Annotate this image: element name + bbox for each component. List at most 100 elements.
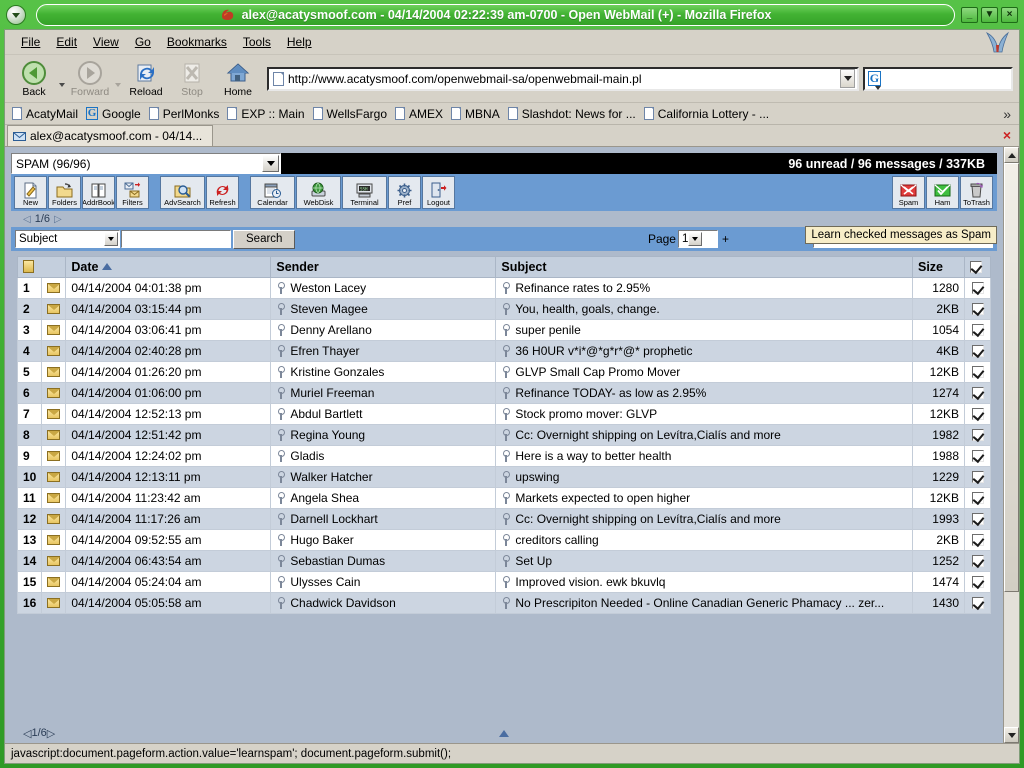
row-subject[interactable]: Cc: Overnight shipping on Levítra,Cialís… [495, 424, 913, 446]
pager-next-icon[interactable]: ▷ [47, 727, 55, 740]
row-checkbox-cell[interactable] [964, 466, 991, 488]
forward-button[interactable]: Forward [67, 57, 113, 101]
row-checkbox-cell[interactable] [964, 571, 991, 593]
row-checkbox-cell[interactable] [964, 319, 991, 341]
column-header-select-all[interactable] [964, 256, 991, 278]
row-status-icon[interactable] [41, 592, 67, 614]
new-message-button[interactable]: New [14, 176, 47, 209]
column-header-size[interactable]: Size [912, 256, 965, 278]
row-sender[interactable]: Steven Magee [270, 298, 497, 320]
scrollbar-track[interactable] [1004, 163, 1019, 727]
back-button[interactable]: Back [11, 57, 57, 101]
back-history-dropdown[interactable] [57, 57, 67, 101]
row-checkbox[interactable] [971, 324, 984, 336]
reload-button[interactable]: Reload [123, 57, 169, 101]
menu-go[interactable]: Go [127, 32, 159, 52]
row-checkbox-cell[interactable] [964, 424, 991, 446]
address-book-button[interactable]: AddrBook [82, 176, 115, 209]
bookmark-exp-main[interactable]: EXP :: Main [224, 106, 309, 122]
row-status-icon[interactable] [41, 466, 67, 488]
row-checkbox[interactable] [971, 534, 984, 546]
row-checkbox[interactable] [971, 576, 984, 588]
table-row[interactable]: 10 04/14/2004 12:13:11 pm Walker Hatcher up… [16, 466, 991, 488]
table-row[interactable]: 16 04/14/2004 05:05:58 am Chadwick Davidso… [16, 592, 991, 614]
column-header-date[interactable]: Date [65, 256, 272, 278]
terminal-button[interactable]: SSH Terminal [342, 176, 387, 209]
row-status-icon[interactable] [41, 445, 67, 467]
row-checkbox-cell[interactable] [964, 508, 991, 530]
row-checkbox[interactable] [971, 408, 984, 420]
table-row[interactable]: 7 04/14/2004 12:52:13 pm Abdul Bartlett Sto… [16, 403, 991, 425]
preferences-button[interactable]: Pref [388, 176, 421, 209]
chevron-down-icon[interactable] [104, 232, 118, 246]
select-all-checkbox[interactable] [970, 261, 982, 273]
row-subject[interactable]: 36 H0UR v*i*@*g*r*@* prophetic [495, 340, 913, 362]
table-row[interactable]: 9 04/14/2004 12:24:02 pm Gladis Here is a w… [16, 445, 991, 467]
to-trash-button[interactable]: ToTrash [960, 176, 993, 209]
table-row[interactable]: 5 04/14/2004 01:26:20 pm Kristine Gonzales… [16, 361, 991, 383]
menu-tools[interactable]: Tools [235, 32, 279, 52]
logout-button[interactable]: Logout [422, 176, 455, 209]
row-checkbox[interactable] [971, 303, 984, 315]
row-sender[interactable]: Weston Lacey [270, 277, 497, 299]
scrollbar-thumb[interactable] [1004, 163, 1019, 592]
bookmark-slashdot[interactable]: Slashdot: News for ... [505, 106, 641, 122]
row-subject[interactable]: Here is a way to better health [495, 445, 913, 467]
row-status-icon[interactable] [41, 424, 67, 446]
ham-button[interactable]: Ham [926, 176, 959, 209]
row-status-icon[interactable] [41, 508, 67, 530]
row-checkbox[interactable] [971, 429, 984, 441]
bookmark-california-lottery[interactable]: California Lottery - ... [641, 106, 774, 122]
row-checkbox-cell[interactable] [964, 298, 991, 320]
row-sender[interactable]: Angela Shea [270, 487, 497, 509]
row-checkbox-cell[interactable] [964, 487, 991, 509]
search-field-select[interactable]: Subject [15, 230, 120, 248]
row-sender[interactable]: Kristine Gonzales [270, 361, 497, 383]
row-subject[interactable]: Refinance TODAY- as low as 2.95% [495, 382, 913, 404]
row-subject[interactable]: creditors calling [495, 529, 913, 551]
row-checkbox[interactable] [971, 471, 984, 483]
row-subject[interactable]: upswing [495, 466, 913, 488]
pager-next-icon[interactable]: ▷ [54, 214, 62, 225]
row-status-icon[interactable] [41, 571, 67, 593]
scrollbar-down-button[interactable] [1004, 727, 1019, 743]
column-header-sender[interactable]: Sender [270, 256, 497, 278]
row-sender[interactable]: Gladis [270, 445, 497, 467]
row-subject[interactable]: Refinance rates to 2.95% [495, 277, 913, 299]
scrollbar-up-button[interactable] [1004, 147, 1019, 163]
menu-view[interactable]: View [85, 32, 127, 52]
row-status-icon[interactable] [41, 277, 67, 299]
browser-tab-webmail[interactable]: alex@acatysmoof.com - 04/14... [7, 125, 214, 146]
row-status-icon[interactable] [41, 487, 67, 509]
row-status-icon[interactable] [41, 340, 67, 362]
row-sender[interactable]: Walker Hatcher [270, 466, 497, 488]
row-checkbox[interactable] [971, 387, 984, 399]
row-sender[interactable]: Chadwick Davidson [270, 592, 497, 614]
bookmark-wellsfargo[interactable]: WellsFargo [310, 106, 392, 122]
row-sender[interactable]: Darnell Lockhart [270, 508, 497, 530]
restore-button[interactable]: ▼ [981, 7, 998, 23]
row-sender[interactable]: Denny Arellano [270, 319, 497, 341]
column-header-subject[interactable]: Subject [495, 256, 913, 278]
row-checkbox-cell[interactable] [964, 529, 991, 551]
chevron-down-icon[interactable] [262, 155, 279, 172]
row-checkbox[interactable] [971, 513, 984, 525]
table-row[interactable]: 14 04/14/2004 06:43:54 am Sebastian Dumas S… [16, 550, 991, 572]
close-tab-icon[interactable]: × [1003, 128, 1011, 142]
row-sender[interactable]: Regina Young [270, 424, 497, 446]
row-subject[interactable]: Set Up [495, 550, 913, 572]
row-sender[interactable]: Sebastian Dumas [270, 550, 497, 572]
table-row[interactable]: 4 04/14/2004 02:40:28 pm Efren Thayer 36 H0… [16, 340, 991, 362]
menu-file[interactable]: File [13, 32, 48, 52]
row-subject[interactable]: Cc: Overnight shipping on Levítra,Cialís… [495, 508, 913, 530]
table-row[interactable]: 15 04/14/2004 05:24:04 am Ulysses Cain Impr… [16, 571, 991, 593]
row-checkbox-cell[interactable] [964, 550, 991, 572]
bookmark-google[interactable]: G Google [83, 106, 146, 122]
home-button[interactable]: Home [215, 57, 261, 101]
row-subject[interactable]: Markets expected to open higher [495, 487, 913, 509]
url-bar[interactable]: http://www.acatysmoof.com/openwebmail-sa… [267, 66, 859, 91]
row-sender[interactable]: Hugo Baker [270, 529, 497, 551]
row-status-icon[interactable] [41, 403, 67, 425]
table-row[interactable]: 11 04/14/2004 11:23:42 am Angela Shea Marke… [16, 487, 991, 509]
row-sender[interactable]: Ulysses Cain [270, 571, 497, 593]
